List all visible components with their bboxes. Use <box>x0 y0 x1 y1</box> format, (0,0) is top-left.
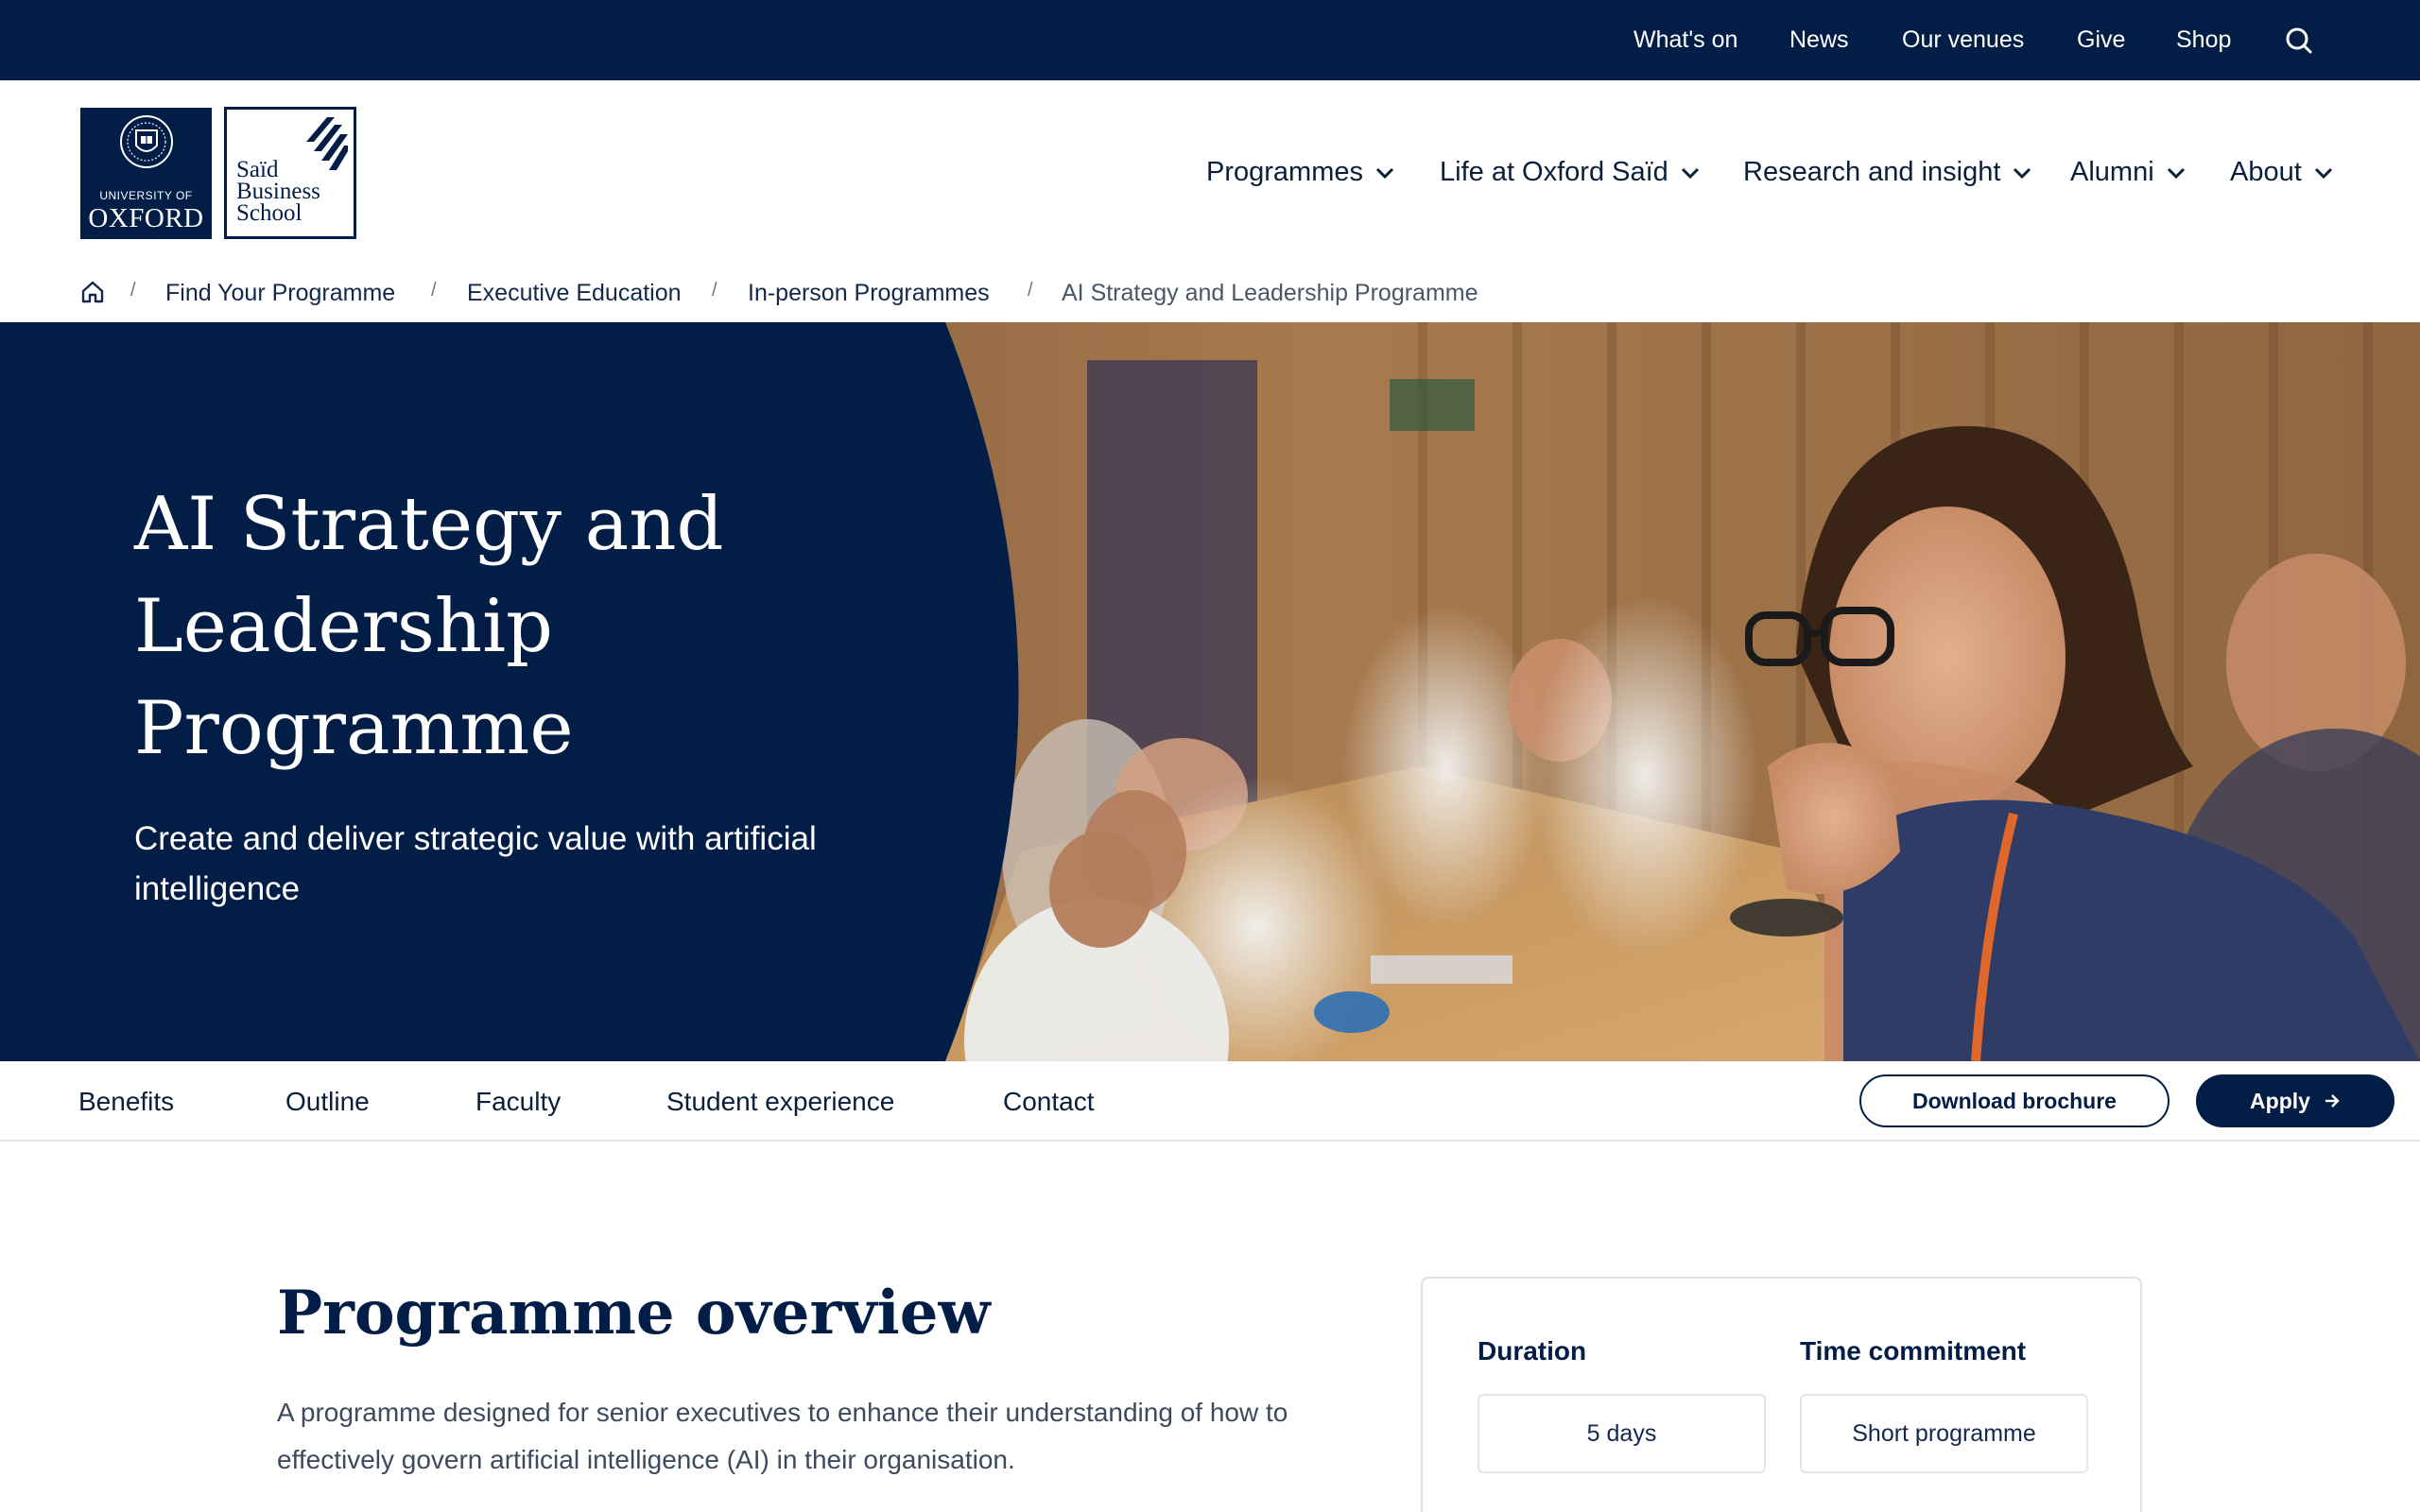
time-commitment-label: Time commitment <box>1800 1336 2027 1366</box>
said-logo-text: Saïd Business School <box>236 157 340 226</box>
nav-item-life-at-oxford-said[interactable]: Life at Oxford Saïd <box>1440 146 1701 198</box>
nav-item-label: Life at Oxford Saïd <box>1440 157 1668 187</box>
download-brochure-button[interactable]: Download brochure <box>1859 1074 2169 1127</box>
breadcrumb-separator: / <box>431 280 437 301</box>
oxford-logo-line2: OXFORD <box>88 203 204 233</box>
utility-link-whats-on[interactable]: What's on <box>1634 0 1737 80</box>
overview-heading: Programme overview <box>277 1278 991 1349</box>
search-icon[interactable] <box>2281 23 2317 59</box>
utility-link-our-venues[interactable]: Our venues <box>1902 0 2024 80</box>
utility-link-shop[interactable]: Shop <box>2176 0 2231 80</box>
oxford-logo-line1: UNIVERSITY OF <box>99 189 193 202</box>
nav-item-programmes[interactable]: Programmes <box>1206 146 1395 198</box>
utility-link-give[interactable]: Give <box>2077 0 2125 80</box>
arrow-right-icon <box>2325 1094 2340 1108</box>
chevron-down-icon <box>2014 167 2031 179</box>
duration-value: 5 days <box>1478 1394 1766 1473</box>
tab-faculty[interactable]: Faculty <box>475 1061 561 1142</box>
nav-item-alumni[interactable]: Alumni <box>2070 146 2187 198</box>
hero-title: AI Strategy and Leadership Programme <box>134 473 947 780</box>
breadcrumb-find-your-programme[interactable]: Find Your Programme <box>165 277 395 309</box>
breadcrumb-current-page: AI Strategy and Leadership Programme <box>1062 279 1478 306</box>
nav-item-research-and-insight[interactable]: Research and insight <box>1743 146 2032 198</box>
hero-title-line: Programme <box>134 686 574 771</box>
said-logo-line2: Business <box>236 179 320 204</box>
hero-title-line: AI Strategy and <box>134 482 724 567</box>
tab-benefits[interactable]: Benefits <box>78 1061 174 1142</box>
utility-bar: What's on News Our venues Give Shop <box>0 0 2420 80</box>
oxford-university-logo[interactable]: UNIVERSITY OF OXFORD <box>80 108 212 239</box>
said-business-school-logo[interactable]: Saïd Business School <box>224 107 356 239</box>
tab-contact[interactable]: Contact <box>1003 1061 1095 1142</box>
breadcrumb-separator: / <box>1028 280 1033 301</box>
nav-item-about[interactable]: About <box>2230 146 2334 198</box>
time-commitment-value: Short programme <box>1800 1394 2088 1473</box>
download-brochure-label: Download brochure <box>1912 1088 2117 1113</box>
said-logo-line3: School <box>236 200 302 226</box>
chevron-down-icon <box>2314 167 2332 179</box>
nav-item-label: Research and insight <box>1743 157 2001 187</box>
duration-label: Duration <box>1478 1336 1587 1366</box>
nav-item-label: Programmes <box>1206 157 1363 187</box>
overview-text: A programme designed for senior executiv… <box>277 1398 1288 1474</box>
utility-link-news[interactable]: News <box>1789 0 1849 80</box>
tab-student-experience[interactable]: Student experience <box>666 1061 894 1142</box>
nav-item-label: About <box>2230 157 2302 187</box>
breadcrumb-separator: / <box>130 280 136 301</box>
said-logo-line1: Saïd <box>236 157 279 182</box>
breadcrumb-separator: / <box>712 280 717 301</box>
apply-label: Apply <box>2250 1088 2310 1113</box>
home-icon[interactable] <box>79 279 106 305</box>
hero-title-line: Leadership <box>134 584 553 669</box>
chevron-down-icon <box>2167 167 2185 179</box>
apply-button[interactable]: Apply <box>2196 1074 2394 1127</box>
tab-outline[interactable]: Outline <box>285 1061 370 1142</box>
key-facts-card: Duration Time commitment 5 days Short pr… <box>1421 1277 2142 1512</box>
hero-banner: AI Strategy and Leadership Programme Cre… <box>0 322 2420 1061</box>
oxford-crest-icon <box>120 115 173 168</box>
chevron-down-icon <box>1681 167 1699 179</box>
nav-item-label: Alumni <box>2070 157 2154 187</box>
breadcrumb-executive-education[interactable]: Executive Education <box>467 277 682 309</box>
chevron-down-icon <box>1375 167 1394 179</box>
breadcrumb-in-person-programmes[interactable]: In-person Programmes <box>748 277 990 309</box>
hero-subtitle: Create and deliver strategic value with … <box>134 820 817 907</box>
